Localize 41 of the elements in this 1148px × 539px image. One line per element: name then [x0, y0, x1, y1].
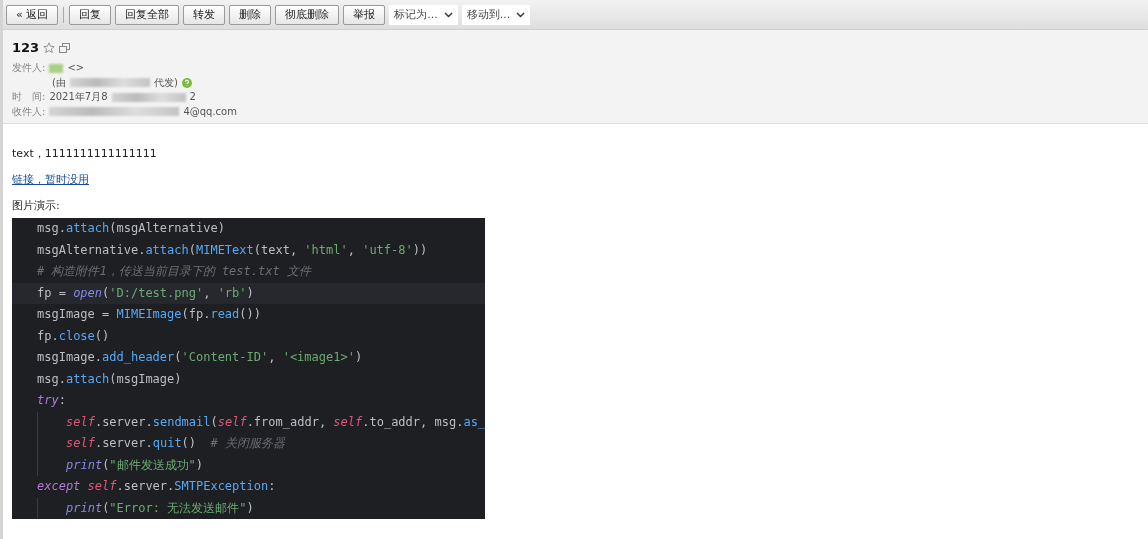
- toolbar-button[interactable]: 彻底删除: [275, 4, 340, 25]
- toolbar-button[interactable]: 回复全部: [115, 4, 180, 25]
- sender-label: 发件人:: [12, 61, 46, 76]
- body-link[interactable]: 链接，暂时没用: [12, 173, 89, 186]
- caret-icon: [443, 11, 453, 18]
- mail-subject: 123: [12, 40, 40, 55]
- code-line: try:: [36, 392, 67, 409]
- popout-icon[interactable]: [59, 42, 71, 53]
- code-line: print("邮件发送成功"): [12, 454, 485, 476]
- toolbar-button[interactable]: 删除: [229, 4, 272, 25]
- code-line: self.server.sendmail(self.from_addr, self.to_addr, msg.as_: [12, 411, 485, 433]
- code-line: print("Error: 无法发送邮件"): [12, 497, 485, 519]
- star-icon[interactable]: [43, 41, 56, 54]
- image-caption: 图片演示:: [12, 199, 61, 212]
- back-button[interactable]: « 返回: [6, 4, 59, 25]
- toolbar-button[interactable]: 转发: [183, 4, 226, 25]
- code-line: msg.attach(msgAlternative): [36, 220, 226, 237]
- recipient-label: 收件人:: [12, 104, 46, 119]
- code-line: msgAlternative.attach(MIMEText(text, 'html', 'utf-8')): [36, 241, 429, 259]
- toolbar-button[interactable]: 举报: [343, 4, 386, 25]
- code-line: msgImage = MIMEImage(fp.read()): [36, 306, 262, 323]
- code-line: msg.attach(msgImage): [36, 370, 183, 388]
- time-value: 2: [189, 90, 196, 105]
- time-value: 2021年7月8: [49, 90, 108, 105]
- recipient-address: 4@qq.com: [183, 104, 237, 119]
- time-label: 时 间:: [12, 90, 46, 105]
- code-line: except self.server.SMTPException:: [36, 478, 277, 495]
- via-text: (由: [52, 75, 66, 90]
- body-text: text，1111111111111111: [12, 147, 158, 160]
- dropdown[interactable]: 标记为...: [389, 4, 458, 25]
- code-line: fp.close(): [36, 327, 111, 345]
- help-icon[interactable]: [181, 77, 192, 88]
- code-line: msgImage.add_header('Content-ID', '<image1>'): [36, 349, 364, 366]
- sender-address: <>: [67, 61, 85, 76]
- code-line: # 构造附件1，传送当前目录下的 test.txt 文件: [36, 263, 313, 280]
- toolbar-button[interactable]: 回复: [69, 4, 112, 25]
- blurred-text: [49, 63, 64, 73]
- caret-icon: [516, 11, 526, 18]
- via-text: 代发): [153, 75, 178, 90]
- code-line: self.server.quit() # 关闭服务器: [12, 433, 485, 455]
- dropdown[interactable]: 移动到...: [461, 4, 531, 25]
